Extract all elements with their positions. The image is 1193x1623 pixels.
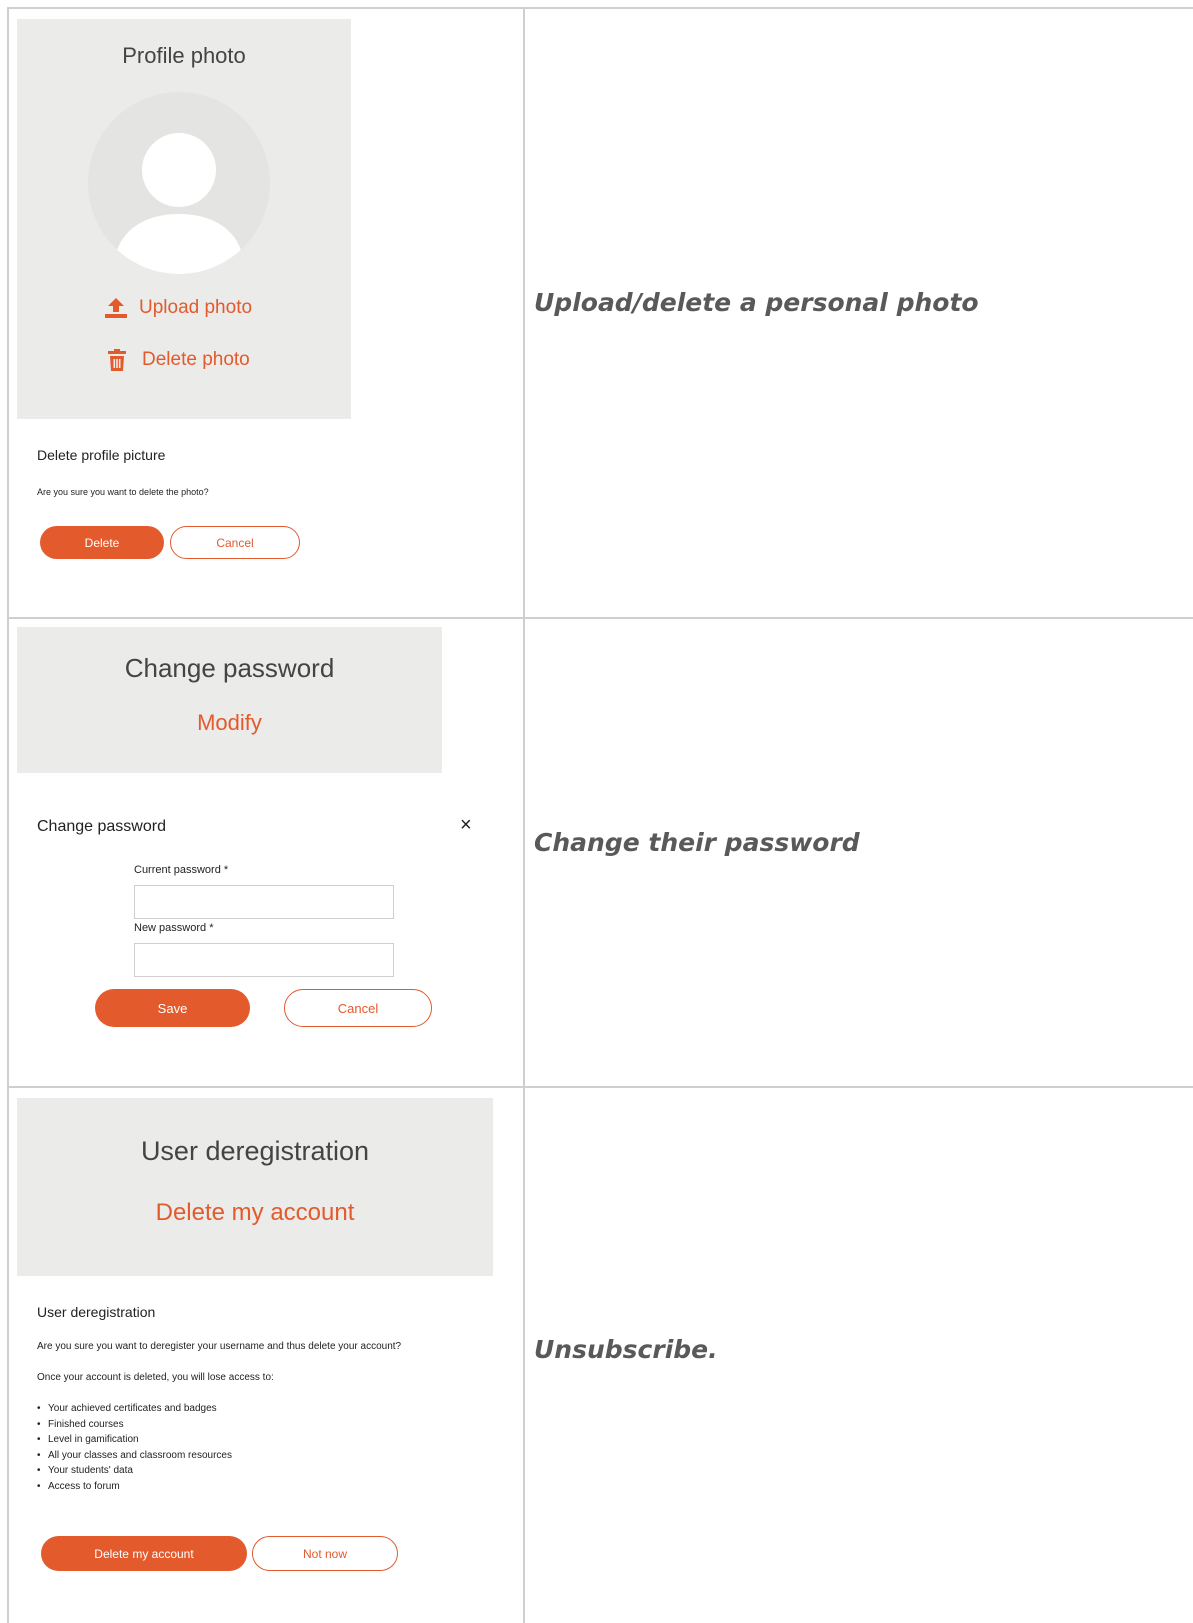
delete-my-account-button[interactable]: Delete my account (41, 1536, 247, 1571)
panel-title: User deregistration (140, 1136, 370, 1166)
lost-access-list: Your achieved certificates and badges Fi… (37, 1401, 232, 1494)
list-item: Access to forum (37, 1479, 232, 1495)
list-item: Level in gamification (37, 1432, 232, 1448)
feature-table: Profile photo Upload photo Delete photo … (0, 0, 1193, 1623)
list-item: Finished courses (37, 1417, 232, 1433)
deregistration-question: Are you sure you want to deregister your… (37, 1341, 402, 1352)
deregistration-dialog-title: User deregistration (37, 1304, 156, 1320)
delete-my-account-link[interactable]: Delete my account (17, 1199, 493, 1227)
deregistration-intro: Once your account is deleted, you will l… (37, 1372, 274, 1383)
row-deregistration: User deregistration Delete my account Us… (0, 0, 1193, 1623)
deregistration-panel: User deregistration Delete my account (17, 1098, 493, 1276)
list-item: Your students' data (37, 1463, 232, 1479)
row-caption: Unsubscribe. (534, 1335, 718, 1364)
list-item: Your achieved certificates and badges (37, 1401, 232, 1417)
list-item: All your classes and classroom resources (37, 1448, 232, 1464)
not-now-button[interactable]: Not now (252, 1536, 398, 1571)
